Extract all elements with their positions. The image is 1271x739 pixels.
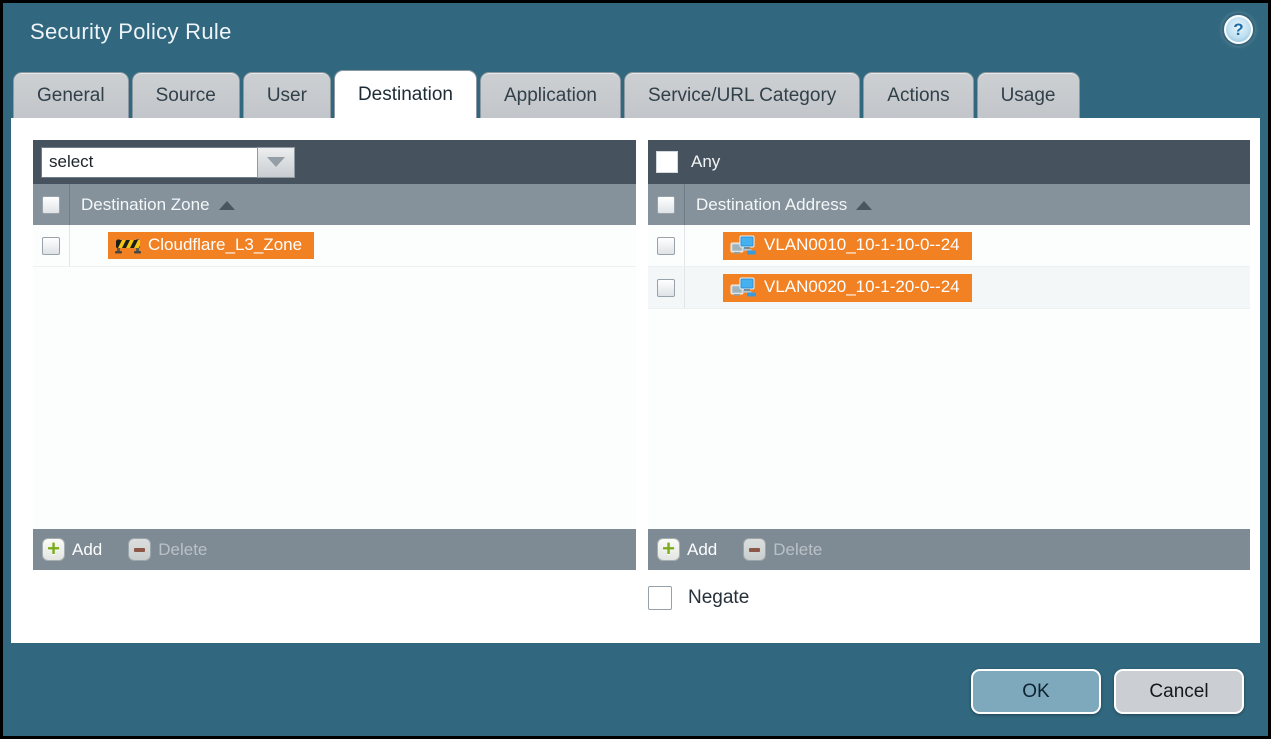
any-label: Any xyxy=(691,152,720,172)
zone-list: Cloudflare_L3_Zone xyxy=(33,225,636,529)
plus-icon: + xyxy=(42,538,65,561)
zone-chip[interactable]: Cloudflare_L3_Zone xyxy=(108,232,314,259)
dialog-title: Security Policy Rule xyxy=(30,19,232,45)
zone-row: Cloudflare_L3_Zone xyxy=(33,225,636,267)
dialog-content: Destination Zone Cloudflare_L3_Zone xyxy=(11,118,1260,643)
help-icon[interactable]: ? xyxy=(1224,15,1253,44)
row-checkbox[interactable] xyxy=(657,279,675,297)
tab-label: Application xyxy=(504,85,597,107)
tab-actions[interactable]: Actions xyxy=(863,72,973,118)
minus-icon xyxy=(128,538,151,561)
dialog-button-bar: OK Cancel xyxy=(971,669,1244,714)
address-select-all-checkbox[interactable] xyxy=(657,196,675,214)
address-icon xyxy=(730,277,757,298)
address-name: VLAN0010_10-1-10-0--24 xyxy=(764,235,960,255)
zone-select-all-checkbox[interactable] xyxy=(42,196,60,214)
address-chip[interactable]: VLAN0020_10-1-20-0--24 xyxy=(723,274,972,302)
zone-delete-button[interactable]: Delete xyxy=(128,538,207,561)
negate-option: Negate xyxy=(648,586,749,610)
address-add-button[interactable]: + Add xyxy=(657,538,717,561)
tab-label: Source xyxy=(156,85,216,107)
destination-address-panel: Any Destination Address xyxy=(648,140,1250,570)
address-toolbar: + Add Delete xyxy=(648,529,1250,570)
cancel-button[interactable]: Cancel xyxy=(1114,669,1244,714)
tab-destination[interactable]: Destination xyxy=(334,70,477,118)
address-chip[interactable]: VLAN0010_10-1-10-0--24 xyxy=(723,232,972,260)
tab-service-url-category[interactable]: Service/URL Category xyxy=(624,72,860,118)
tab-label: General xyxy=(37,85,105,107)
tab-application[interactable]: Application xyxy=(480,72,621,118)
sort-asc-icon[interactable] xyxy=(219,201,235,210)
tab-label: Actions xyxy=(887,85,949,107)
address-icon xyxy=(730,235,757,256)
zone-column-title[interactable]: Destination Zone xyxy=(81,195,210,215)
address-row: VLAN0020_10-1-20-0--24 xyxy=(648,267,1250,309)
zone-filter-bar xyxy=(33,140,636,184)
address-column-title[interactable]: Destination Address xyxy=(696,195,847,215)
zone-column-header: Destination Zone xyxy=(33,184,636,225)
tab-bar: General Source User Destination Applicat… xyxy=(13,72,1260,118)
zone-icon xyxy=(115,236,141,255)
tab-user[interactable]: User xyxy=(243,72,331,118)
address-name: VLAN0020_10-1-20-0--24 xyxy=(764,277,960,297)
tab-label: User xyxy=(267,85,307,107)
title-bar: Security Policy Rule ? xyxy=(3,3,1268,70)
zone-name: Cloudflare_L3_Zone xyxy=(148,235,302,255)
zone-type-input[interactable] xyxy=(41,147,257,178)
address-column-header: Destination Address xyxy=(648,184,1250,225)
zone-add-button[interactable]: + Add xyxy=(42,538,102,561)
plus-icon: + xyxy=(657,538,680,561)
chevron-down-icon xyxy=(267,157,285,167)
address-delete-button[interactable]: Delete xyxy=(743,538,822,561)
negate-label: Negate xyxy=(688,587,749,609)
address-row: VLAN0010_10-1-10-0--24 xyxy=(648,225,1250,267)
security-policy-rule-dialog: Security Policy Rule ? General Source Us… xyxy=(3,3,1268,736)
tab-general[interactable]: General xyxy=(13,72,129,118)
address-any-bar: Any xyxy=(648,140,1250,184)
row-checkbox[interactable] xyxy=(657,237,675,255)
any-checkbox[interactable] xyxy=(656,151,678,173)
destination-zone-panel: Destination Zone Cloudflare_L3_Zone xyxy=(33,140,636,570)
zone-type-dropdown-button[interactable] xyxy=(257,147,295,178)
negate-checkbox[interactable] xyxy=(648,586,672,610)
minus-icon xyxy=(743,538,766,561)
address-list: VLAN0010_10-1-10-0--24 VLAN0020_10-1-20-… xyxy=(648,225,1250,529)
sort-asc-icon[interactable] xyxy=(856,201,872,210)
tab-usage[interactable]: Usage xyxy=(977,72,1080,118)
tab-label: Destination xyxy=(358,84,453,106)
zone-toolbar: + Add Delete xyxy=(33,529,636,570)
tab-label: Service/URL Category xyxy=(648,85,836,107)
tab-label: Usage xyxy=(1001,85,1056,107)
ok-button[interactable]: OK xyxy=(971,669,1101,714)
tab-source[interactable]: Source xyxy=(132,72,240,118)
row-checkbox[interactable] xyxy=(42,237,60,255)
